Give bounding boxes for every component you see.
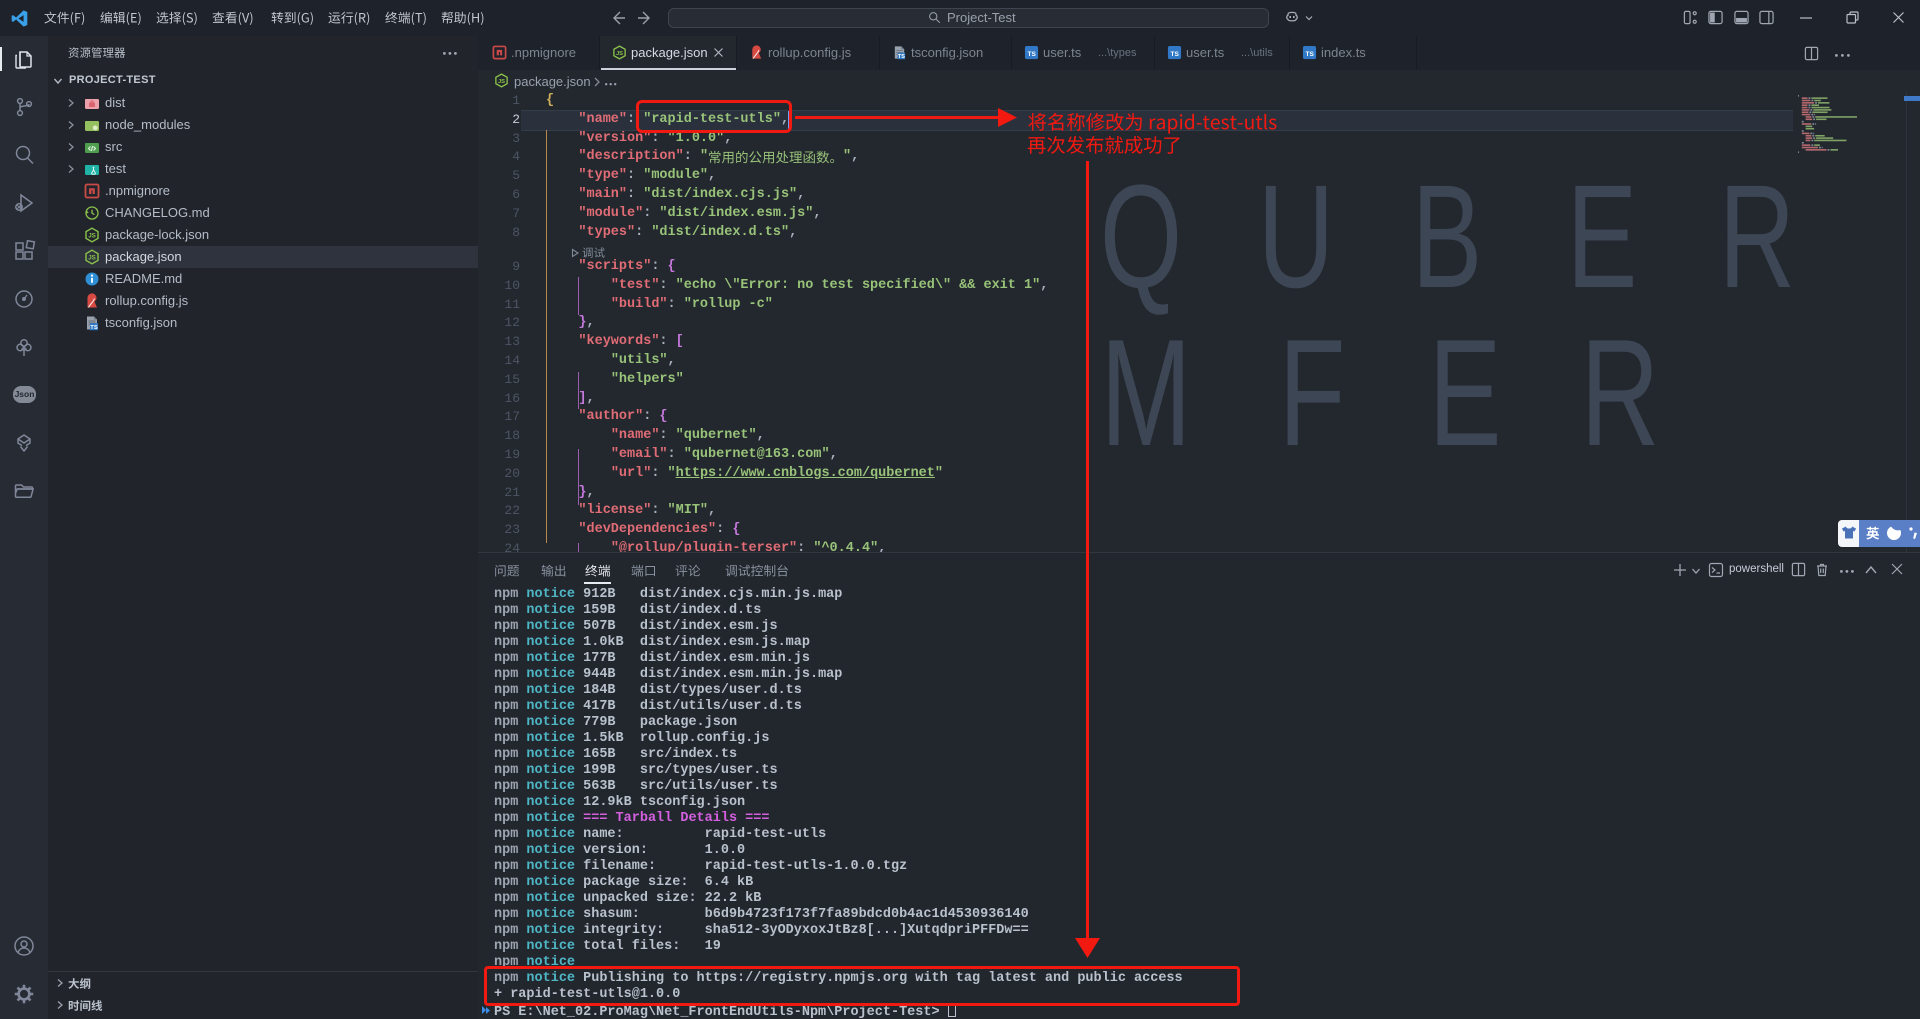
svg-text:TS: TS xyxy=(1028,51,1037,58)
svg-text:TS: TS xyxy=(898,54,905,60)
svg-text:JS: JS xyxy=(88,233,96,240)
svg-text:JS: JS xyxy=(616,51,623,57)
svg-text:TS: TS xyxy=(1171,51,1180,58)
svg-text:JS: JS xyxy=(88,255,96,262)
svg-text:TS: TS xyxy=(90,325,98,331)
svg-text:JS: JS xyxy=(498,79,505,85)
svg-text:TS: TS xyxy=(1306,51,1315,58)
